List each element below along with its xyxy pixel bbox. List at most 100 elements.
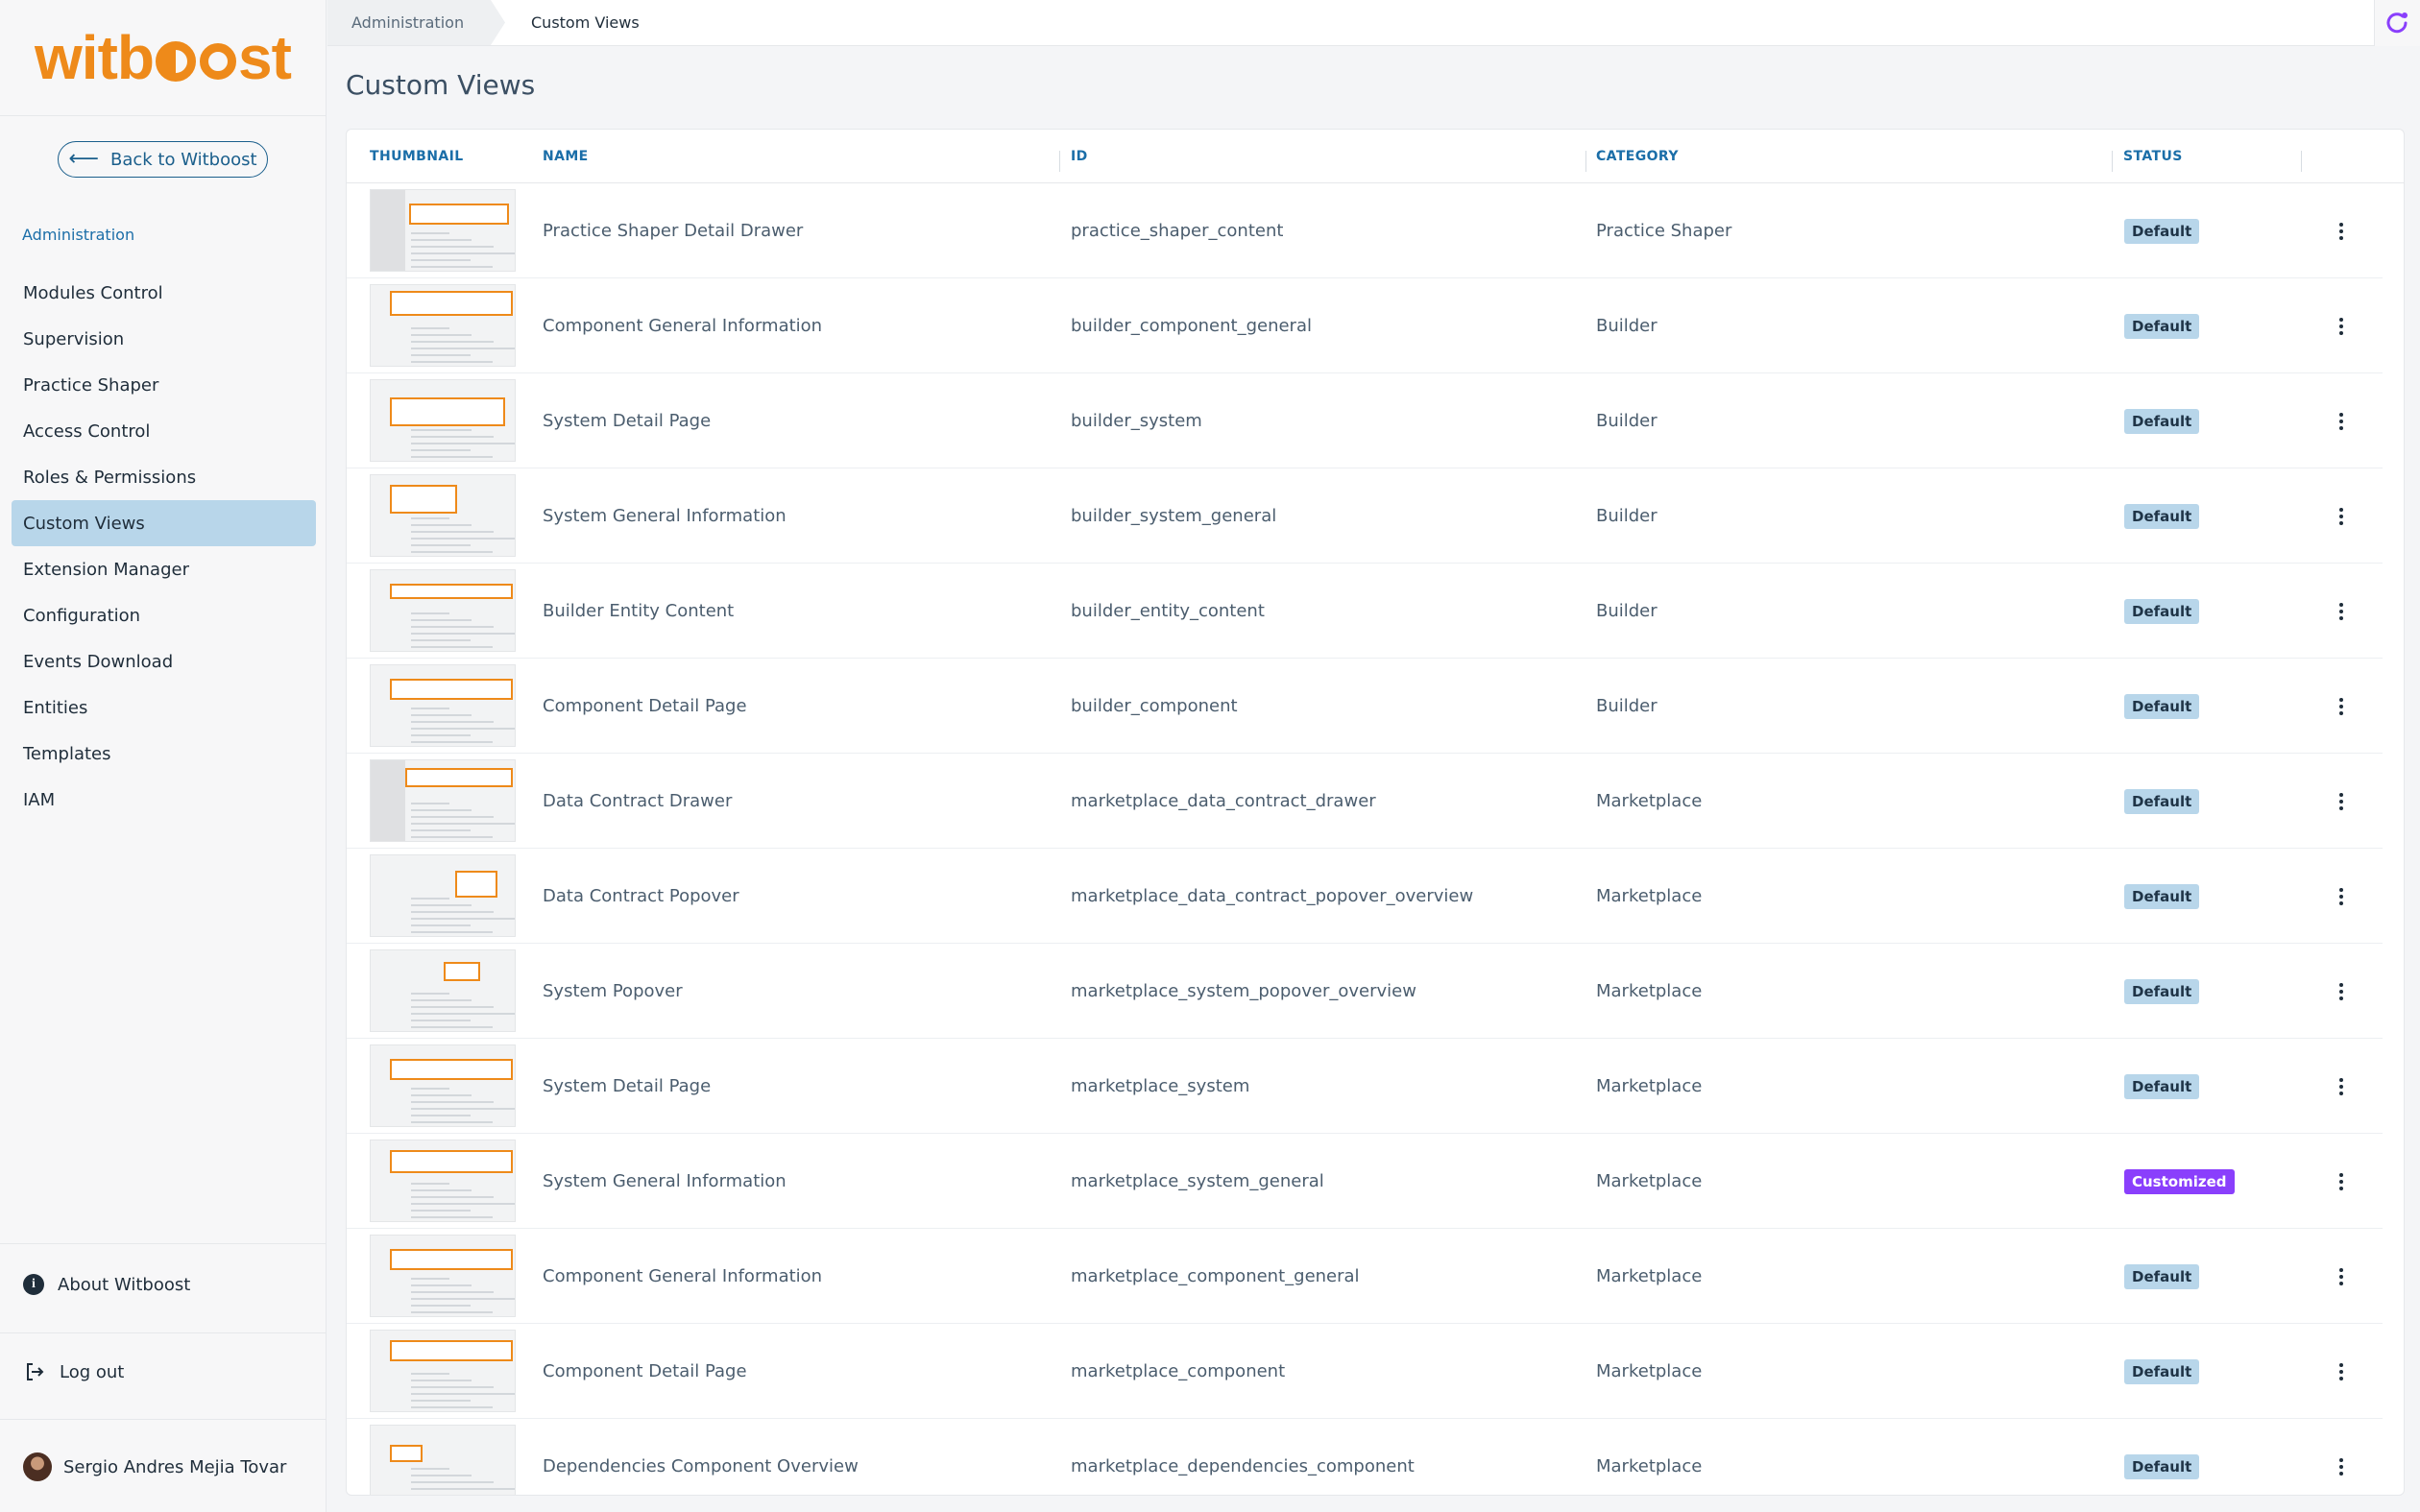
status-badge: Default — [2124, 1264, 2200, 1289]
status-badge: Default — [2124, 884, 2200, 909]
breadcrumb-current: Custom Views — [531, 13, 640, 32]
logout-icon — [27, 1363, 44, 1380]
sidebar-item-configuration[interactable]: Configuration — [12, 592, 316, 638]
more-vert-icon[interactable] — [2327, 1357, 2356, 1386]
back-to-witboost-button[interactable]: ⟵ Back to Witboost — [58, 141, 268, 178]
sidebar-nav: Modules Control Supervision Practice Shape… — [12, 270, 316, 823]
sidebar: witb st ⟵ Back to Witboost Administration… — [0, 0, 327, 1512]
more-vert-icon[interactable] — [2327, 882, 2356, 911]
status-badge: Customized — [2124, 1169, 2235, 1194]
sidebar-item-entities[interactable]: Entities — [12, 684, 316, 731]
status-badge: Default — [2124, 1359, 2200, 1384]
more-vert-icon[interactable] — [2327, 1452, 2356, 1481]
table-row[interactable]: Practice Shaper Detail Drawer practice_sh… — [347, 183, 2383, 278]
sidebar-divider — [0, 115, 327, 116]
table-row[interactable]: System Popover marketplace_system_popover… — [347, 944, 2383, 1039]
breadcrumb-administration[interactable]: Administration — [327, 0, 505, 45]
view-thumbnail — [370, 1140, 516, 1222]
sidebar-item-templates[interactable]: Templates — [12, 731, 316, 777]
sidebar-item-access-control[interactable]: Access Control — [12, 408, 316, 454]
table-row[interactable]: Dependencies Component Overview marketpla… — [347, 1419, 2383, 1495]
witboost-logo[interactable]: witb st — [35, 23, 292, 92]
sidebar-section-label: Administration — [22, 226, 135, 244]
row-category: Builder — [1596, 411, 1658, 431]
more-vert-icon[interactable] — [2327, 1167, 2356, 1196]
table-row[interactable]: Component General Information builder_com… — [347, 278, 2383, 373]
status-badge: Default — [2124, 504, 2200, 529]
more-vert-icon[interactable] — [2327, 1072, 2356, 1101]
column-header-id[interactable]: ID — [1071, 130, 1088, 183]
row-category: Builder — [1596, 601, 1658, 621]
assistant-button[interactable] — [2374, 0, 2420, 46]
row-category: Marketplace — [1596, 1076, 1703, 1096]
view-thumbnail — [370, 189, 516, 272]
more-vert-icon[interactable] — [2327, 407, 2356, 436]
table-row[interactable]: Data Contract Popover marketplace_data_co… — [347, 849, 2383, 944]
sidebar-divider — [0, 1419, 327, 1420]
row-name: System General Information — [543, 1171, 786, 1191]
column-header-thumbnail[interactable]: THUMBNAIL — [370, 130, 464, 183]
table-row[interactable]: Data Contract Drawer marketplace_data_con… — [347, 754, 2383, 849]
row-id: practice_shaper_content — [1071, 221, 1284, 241]
row-category: Marketplace — [1596, 1171, 1703, 1191]
table-row[interactable]: Component Detail Page marketplace_compone… — [347, 1324, 2383, 1419]
sidebar-item-practice-shaper[interactable]: Practice Shaper — [12, 362, 316, 408]
column-separator — [1585, 151, 1586, 172]
row-name: System Detail Page — [543, 1076, 712, 1096]
status-badge: Default — [2124, 979, 2200, 1004]
more-vert-icon[interactable] — [2327, 502, 2356, 531]
row-id: marketplace_dependencies_component — [1071, 1456, 1415, 1476]
column-header-category[interactable]: CATEGORY — [1596, 130, 1679, 183]
sidebar-item-supervision[interactable]: Supervision — [12, 316, 316, 362]
column-header-name[interactable]: NAME — [543, 130, 589, 183]
view-thumbnail — [370, 664, 516, 747]
status-badge: Default — [2124, 1454, 2200, 1479]
avatar — [23, 1452, 52, 1481]
user-profile[interactable]: Sergio Andres Mejia Tovar — [23, 1452, 286, 1481]
sidebar-item-events-download[interactable]: Events Download — [12, 638, 316, 684]
table-row[interactable]: System General Information builder_system… — [347, 468, 2383, 564]
sidebar-item-modules-control[interactable]: Modules Control — [12, 270, 316, 316]
assistant-icon — [2386, 12, 2408, 34]
row-category: Builder — [1596, 696, 1658, 716]
row-id: marketplace_system — [1071, 1076, 1250, 1096]
view-thumbnail — [370, 1425, 516, 1495]
row-name: Component Detail Page — [543, 696, 747, 716]
sidebar-item-iam[interactable]: IAM — [12, 777, 316, 823]
table-row[interactable]: Component General Information marketplace… — [347, 1229, 2383, 1324]
more-vert-icon[interactable] — [2327, 977, 2356, 1006]
about-witboost-link[interactable]: i About Witboost — [23, 1274, 190, 1295]
table-row[interactable]: System General Information marketplace_sy… — [347, 1134, 2383, 1229]
sidebar-item-extension-manager[interactable]: Extension Manager — [12, 546, 316, 592]
sidebar-item-custom-views[interactable]: Custom Views — [12, 500, 316, 546]
row-name: Component General Information — [543, 1266, 823, 1286]
logout-button[interactable]: Log out — [23, 1360, 124, 1383]
more-vert-icon[interactable] — [2327, 312, 2356, 341]
table-row[interactable]: System Detail Page builder_system Builder D… — [347, 373, 2383, 468]
more-vert-icon[interactable] — [2327, 1262, 2356, 1291]
row-category: Marketplace — [1596, 791, 1703, 811]
sidebar-item-roles-permissions[interactable]: Roles & Permissions — [12, 454, 316, 500]
row-name: Data Contract Drawer — [543, 791, 733, 811]
row-id: marketplace_system_general — [1071, 1171, 1324, 1191]
view-thumbnail — [370, 1235, 516, 1317]
row-id: builder_system_general — [1071, 506, 1277, 526]
column-separator — [2112, 151, 2113, 172]
status-badge: Default — [2124, 789, 2200, 814]
table-row[interactable]: Component Detail Page builder_component Bu… — [347, 659, 2383, 754]
status-badge: Default — [2124, 1074, 2200, 1099]
table-row[interactable]: Builder Entity Content builder_entity_con… — [347, 564, 2383, 659]
table-row[interactable]: System Detail Page marketplace_system Mark… — [347, 1039, 2383, 1134]
view-thumbnail — [370, 1330, 516, 1412]
status-badge: Default — [2124, 694, 2200, 719]
more-vert-icon[interactable] — [2327, 597, 2356, 626]
view-thumbnail — [370, 949, 516, 1032]
view-thumbnail — [370, 569, 516, 652]
more-vert-icon[interactable] — [2327, 692, 2356, 721]
more-vert-icon[interactable] — [2327, 217, 2356, 246]
sidebar-divider — [0, 1243, 327, 1244]
row-category: Marketplace — [1596, 1456, 1703, 1476]
status-badge: Default — [2124, 314, 2200, 339]
column-header-status[interactable]: STATUS — [2123, 130, 2183, 183]
more-vert-icon[interactable] — [2327, 787, 2356, 816]
